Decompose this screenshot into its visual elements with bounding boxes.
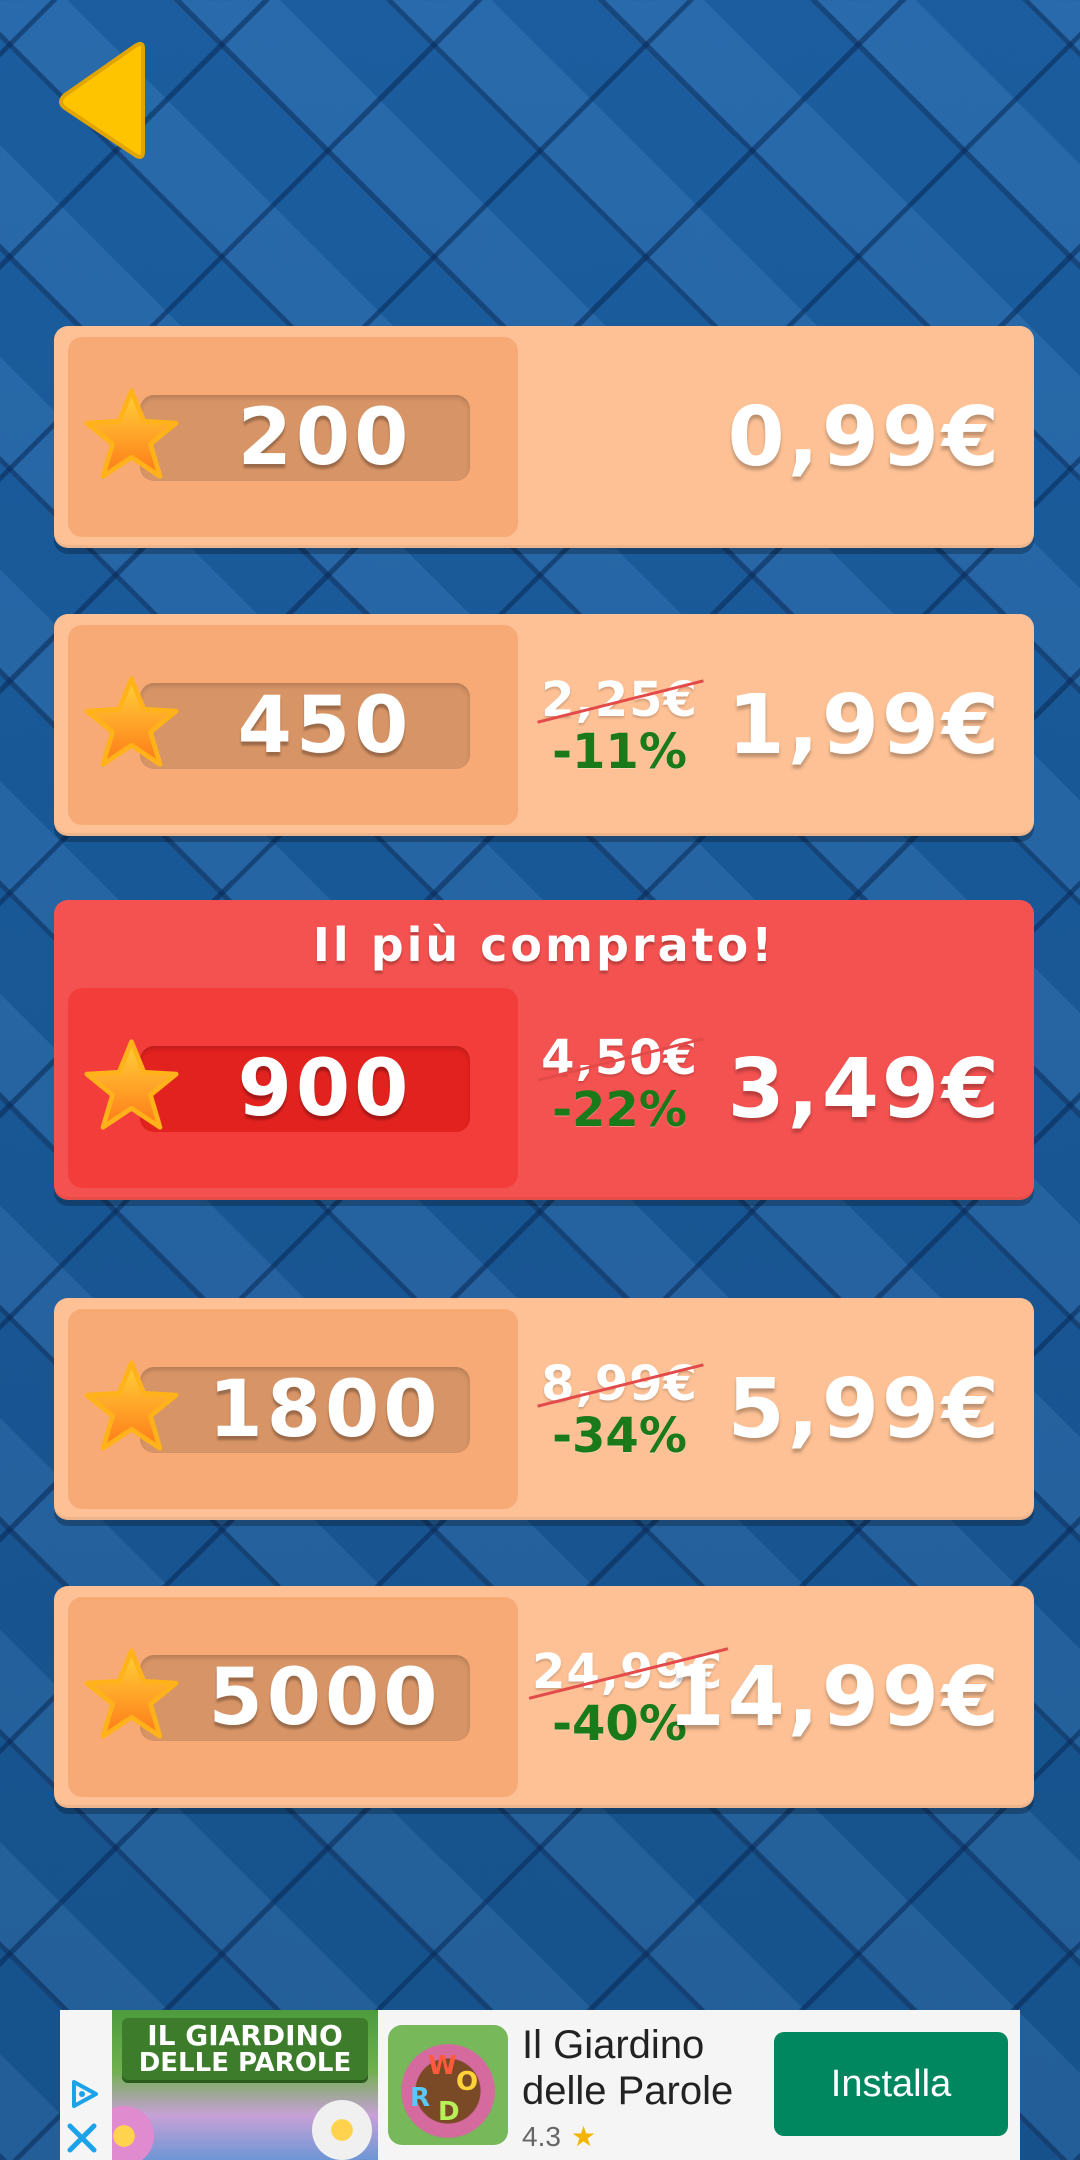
star-icon <box>84 1038 179 1133</box>
amount-panel: 450 <box>68 625 518 825</box>
star-amount: 200 <box>237 393 413 483</box>
old-price: 8,99€ <box>541 1356 698 1412</box>
discount-block: 4,50€ -22% <box>532 1030 707 1134</box>
amount-panel: 900 <box>68 988 518 1188</box>
ad-app-title[interactable]: Il Giardino delle Parole <box>522 2022 772 2114</box>
ad-banner[interactable]: IL GIARDINO DELLE PAROLE W O R D Il Giar… <box>60 2010 1020 2160</box>
offer-card-200[interactable]: 200 0,99€ <box>54 326 1034 548</box>
old-price: 2,25€ <box>541 672 698 728</box>
price-label: 0,99€ <box>727 389 1002 485</box>
flower-decoration-icon <box>312 2100 372 2160</box>
amount-pill: 200 <box>140 393 470 483</box>
old-price: 4,50€ <box>541 1030 698 1086</box>
ad-image[interactable]: IL GIARDINO DELLE PAROLE <box>112 2010 378 2160</box>
amount-pill: 450 <box>140 681 470 771</box>
ad-image-title-line1: IL GIARDINO <box>147 2019 343 2052</box>
star-icon <box>84 1359 179 1454</box>
star-amount: 900 <box>237 1044 413 1134</box>
flower-decoration-icon <box>112 2106 154 2160</box>
amount-panel: 1800 <box>68 1309 518 1509</box>
discount-block: 2,25€ -11% <box>532 672 707 776</box>
discount-percent: -22% <box>552 1082 687 1138</box>
discount-block: 8,99€ -34% <box>532 1356 707 1460</box>
amount-pill: 900 <box>140 1044 470 1134</box>
rating-value: 4.3 <box>522 2120 561 2152</box>
offer-card-450[interactable]: 450 2,25€ -11% 1,99€ <box>54 614 1034 836</box>
star-icon <box>84 1647 179 1742</box>
app-icon[interactable]: W O R D <box>388 2025 508 2145</box>
price-label: 3,49€ <box>727 1041 1002 1137</box>
discount-percent: -34% <box>552 1408 687 1464</box>
price-label: 5,99€ <box>727 1361 1002 1457</box>
price-label: 14,99€ <box>667 1649 1002 1745</box>
star-amount: 5000 <box>208 1653 442 1743</box>
star-amount: 1800 <box>208 1365 442 1455</box>
ad-choices-icon[interactable] <box>60 2070 110 2160</box>
best-seller-badge: Il più comprato! <box>312 918 776 972</box>
rating-star-icon: ★ <box>570 2121 597 2152</box>
amount-pill: 1800 <box>140 1365 470 1455</box>
offer-card-1800[interactable]: 1800 8,99€ -34% 5,99€ <box>54 1298 1034 1520</box>
discount-percent: -11% <box>552 724 687 780</box>
back-button[interactable] <box>55 40 155 160</box>
back-arrow-icon <box>59 41 145 159</box>
star-icon <box>84 675 179 770</box>
ad-rating: 4.3 ★ <box>522 2120 596 2153</box>
ad-image-title-line2: DELLE PAROLE <box>138 2048 352 2078</box>
star-amount: 450 <box>237 681 413 771</box>
install-button[interactable]: Installa <box>774 2032 1008 2136</box>
offer-card-5000[interactable]: 5000 24,99€ -40% 14,99€ <box>54 1586 1034 1808</box>
price-label: 1,99€ <box>727 677 1002 773</box>
ad-image-title: IL GIARDINO DELLE PAROLE <box>122 2018 368 2080</box>
amount-pill: 5000 <box>140 1653 470 1743</box>
star-icon <box>84 387 179 482</box>
offer-card-900[interactable]: Il più comprato! 900 4,50€ -22% 3,49€ <box>54 900 1034 1200</box>
amount-panel: 200 <box>68 337 518 537</box>
amount-panel: 5000 <box>68 1597 518 1797</box>
